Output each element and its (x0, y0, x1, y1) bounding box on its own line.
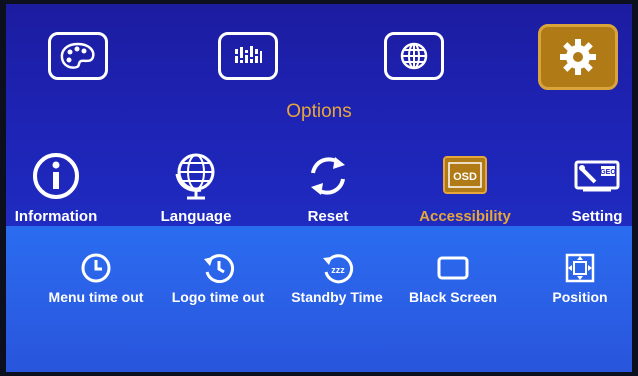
submenu-label: Logo time out (171, 289, 265, 305)
submenu-position[interactable]: Position (542, 252, 618, 305)
submenu-menu-time-out[interactable]: Menu time out (34, 252, 158, 305)
option-setting[interactable]: GEO Setting (562, 150, 632, 225)
submenu-label: Menu time out (48, 289, 144, 305)
equalizer-menu-button[interactable] (218, 32, 278, 80)
osd-badge: OSD (453, 171, 477, 183)
submenu-label: Standby Time (291, 289, 383, 305)
history-icon (204, 254, 235, 284)
option-label: Reset (307, 208, 349, 225)
option-language[interactable]: Language (146, 150, 246, 225)
globe-menu-button[interactable] (384, 32, 444, 80)
osd-menu-screen: Options Information Language Reset OSD A… (6, 4, 632, 372)
setting-badge: GEO (600, 169, 616, 176)
submenu-logo-time-out[interactable]: Logo time out (158, 252, 278, 305)
option-label: Accessibility (419, 208, 511, 225)
option-accessibility[interactable]: OSD Accessibility (410, 150, 520, 225)
black-screen-icon (437, 256, 469, 280)
settings-menu-button[interactable] (538, 24, 618, 90)
option-label: Setting (571, 208, 623, 225)
reset-icon (311, 157, 345, 195)
standby-badge: zzz (331, 265, 345, 275)
submenu-label: Position (552, 289, 608, 305)
equalizer-icon (234, 46, 262, 63)
osd-icon: OSD (443, 156, 487, 194)
position-icon (565, 253, 595, 283)
palette-icon (60, 42, 95, 69)
submenu-label: Black Screen (409, 289, 497, 305)
section-title: Options (286, 101, 352, 122)
standby-icon: zzz (323, 254, 354, 284)
info-icon (33, 153, 79, 199)
option-label: Information (14, 208, 98, 225)
option-information[interactable]: Information (6, 150, 108, 225)
globe-stand-icon (175, 153, 215, 200)
submenu-standby-time[interactable]: zzz Standby Time (278, 252, 396, 305)
clock-icon (81, 253, 111, 283)
gear-icon (560, 39, 596, 75)
submenu-black-screen[interactable]: Black Screen (398, 252, 508, 305)
setting-icon: GEO (574, 160, 620, 192)
option-label: Language (160, 208, 232, 225)
palette-menu-button[interactable] (48, 32, 108, 80)
globe-icon (400, 42, 428, 70)
option-reset[interactable]: Reset (288, 150, 368, 225)
